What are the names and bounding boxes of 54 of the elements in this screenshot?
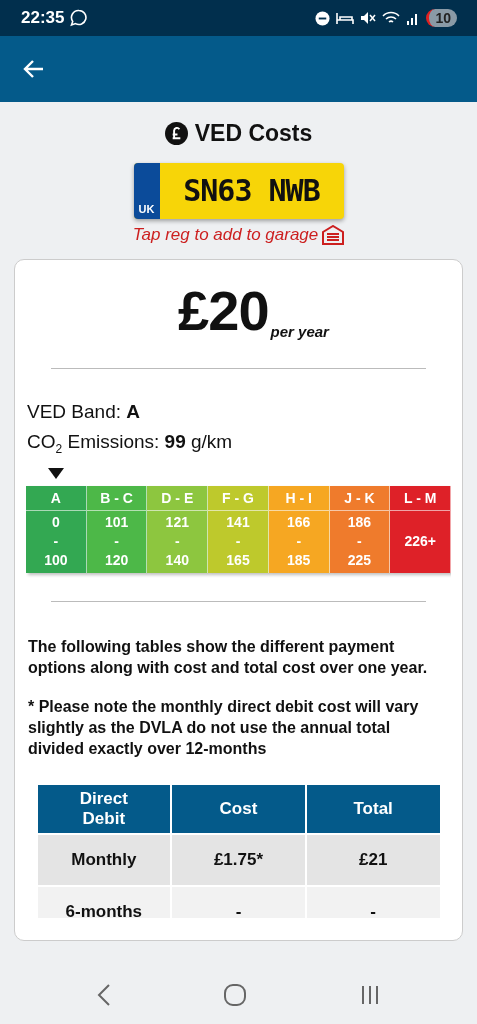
band-label: A — [26, 485, 87, 511]
recents-nav-icon[interactable] — [360, 985, 381, 1005]
garage-hint[interactable]: Tap reg to add to garage — [132, 225, 319, 245]
garage-icon[interactable] — [322, 225, 345, 245]
band-range-start: 166 — [286, 513, 312, 533]
band-label: D - E — [147, 485, 209, 511]
back-nav-icon[interactable] — [96, 984, 111, 1006]
band-range-end: 165 — [225, 551, 251, 571]
band-range-start: 141 — [225, 513, 251, 533]
band-range-end: 225 — [346, 551, 373, 571]
pound-icon — [164, 122, 188, 145]
table-cell: £21 — [306, 834, 440, 885]
band-range-end: 120 — [103, 551, 130, 571]
column-header: Total — [306, 784, 440, 833]
chat-icon — [70, 9, 89, 27]
bed-icon — [336, 11, 355, 25]
cost-period: per year — [270, 323, 329, 340]
info-paragraph: The following tables show the different payment options along with cost and total cost over one year. — [27, 636, 429, 678]
band-range-start: 101 — [103, 513, 130, 533]
band-range-dash: - — [356, 532, 363, 552]
notification-badge: 10 — [426, 9, 457, 27]
band-range-dash: - — [52, 532, 60, 552]
band-range-start: 0 — [50, 513, 61, 533]
ved-band-text: VED Band: A — [27, 400, 141, 424]
status-time: 22:35 — [21, 8, 65, 28]
emissions-text: CO$_{2}$ Emissions: 99 g/km — [27, 430, 234, 458]
column-header: Cost — [172, 784, 305, 833]
band-range-end: 100 — [43, 551, 69, 571]
registration-plate[interactable]: UK SN63 NWB — [133, 163, 344, 219]
selected-band-marker-icon — [48, 467, 65, 479]
band-range: 226+ — [403, 532, 437, 552]
band-label: L - M — [390, 485, 451, 511]
page-title: VED Costs — [194, 120, 313, 147]
band-range-start: 186 — [346, 513, 373, 533]
annual-cost: £20 — [178, 282, 269, 340]
mute-icon — [360, 11, 377, 25]
band-range-dash: - — [173, 532, 181, 552]
table-cell: Monthly — [37, 834, 171, 885]
band-range-dash: - — [113, 532, 120, 552]
band-range-end: 140 — [164, 551, 190, 571]
band-range-dash: - — [234, 532, 242, 552]
band-range-start: 121 — [164, 513, 190, 533]
band-range-end: 185 — [286, 551, 312, 571]
column-header: Direct Debit — [37, 784, 171, 833]
band-label: F - G — [208, 485, 269, 511]
home-nav-icon[interactable] — [224, 984, 247, 1006]
table-cell: - — [306, 886, 440, 918]
band-range-dash: - — [295, 532, 303, 552]
table-cell: - — [172, 886, 305, 918]
do-not-disturb-icon — [315, 10, 331, 26]
table-cell: £1.75* — [172, 834, 305, 885]
info-paragraph: * Please note the monthly direct debit cost will vary slightly as the DVLA do not use the annual total divided exactly over 12-months — [27, 696, 420, 759]
table-cell: 6-months — [37, 886, 171, 918]
wifi-icon — [382, 11, 401, 25]
